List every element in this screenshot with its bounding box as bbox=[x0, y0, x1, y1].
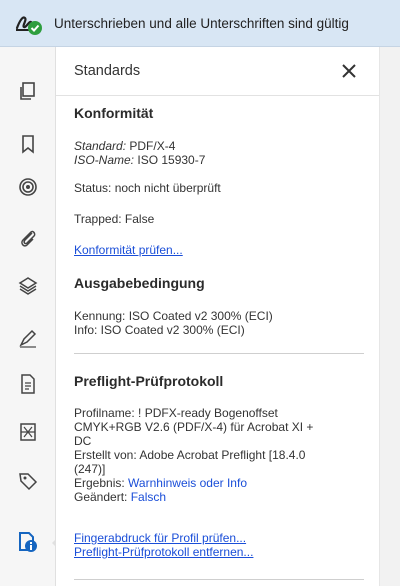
tag-icon[interactable] bbox=[16, 469, 40, 493]
profile-line-1: Profilname: ! PDFX-ready Bogenoffset bbox=[74, 406, 278, 420]
changed-value: Falsch bbox=[130, 490, 167, 504]
left-toolbar bbox=[0, 47, 56, 586]
iso-line: ISO-Name: ISO 15930-7 bbox=[74, 153, 205, 167]
profile-line-2: CMYK+RGB V2.6 (PDF/X-4) für Acrobat XI + bbox=[74, 420, 314, 434]
iso-label: ISO-Name: bbox=[74, 153, 135, 167]
output-info-text: Info: ISO Coated v2 300% (ECI) bbox=[74, 323, 245, 337]
status-text: Status: noch nicht überprüft bbox=[74, 181, 221, 195]
standards-icon[interactable] bbox=[16, 530, 40, 554]
output-heading: Ausgabebedingung bbox=[74, 275, 205, 291]
standard-line: Standard: PDF/X-4 bbox=[74, 139, 175, 153]
pages-icon[interactable] bbox=[16, 79, 40, 103]
profile-line-3: DC bbox=[74, 434, 92, 448]
standard-label: Standard: bbox=[74, 139, 127, 153]
attachment-icon[interactable] bbox=[16, 226, 40, 250]
check-conformity-link[interactable]: Konformität prüfen... bbox=[74, 243, 183, 257]
signature-pen-icon[interactable] bbox=[16, 326, 40, 350]
check-fingerprint-link[interactable]: Fingerabdruck für Profil prüfen... bbox=[74, 531, 246, 545]
layers-target-icon[interactable] bbox=[16, 175, 40, 199]
result-label: Ergebnis: bbox=[74, 476, 125, 490]
changed-label: Geändert: bbox=[74, 490, 128, 504]
signature-valid-icon bbox=[14, 8, 44, 38]
standard-value: PDF/X-4 bbox=[129, 139, 176, 153]
compare-icon[interactable] bbox=[16, 420, 40, 444]
close-icon[interactable] bbox=[339, 61, 359, 81]
panel-title: Standards bbox=[74, 63, 141, 79]
created-line-1: Erstellt von: Adobe Acrobat Preflight [1… bbox=[74, 448, 306, 462]
remove-preflight-link[interactable]: Preflight-Prüfprotokoll entfernen... bbox=[74, 545, 253, 559]
panel-header: Standards bbox=[56, 47, 379, 96]
result-value: Warnhinweis oder Info bbox=[128, 476, 247, 490]
scrollbar[interactable] bbox=[380, 47, 400, 586]
bookmark-icon[interactable] bbox=[16, 132, 40, 156]
preflight-heading: Preflight-Prüfprotokoll bbox=[74, 373, 224, 389]
signature-status-text: Unterschrieben und alle Unterschriften s… bbox=[54, 15, 349, 31]
bottom-divider bbox=[74, 579, 364, 580]
trapped-text: Trapped: False bbox=[74, 212, 155, 226]
output-id-text: Kennung: ISO Coated v2 300% (ECI) bbox=[74, 309, 273, 323]
layers-icon[interactable] bbox=[16, 274, 40, 298]
result-line: Ergebnis: Warnhinweis oder Info bbox=[74, 476, 247, 490]
iso-value: ISO 15930-7 bbox=[137, 153, 206, 167]
changed-line: Geändert: Falsch bbox=[74, 490, 166, 504]
conformity-heading: Konformität bbox=[74, 105, 154, 121]
standards-panel: Standards Konformität Standard: PDF/X-4 … bbox=[56, 47, 380, 586]
signature-banner: Unterschrieben und alle Unterschriften s… bbox=[0, 0, 400, 47]
created-line-2: (247)] bbox=[74, 462, 106, 476]
section-divider bbox=[74, 353, 364, 354]
document-icon[interactable] bbox=[16, 372, 40, 396]
